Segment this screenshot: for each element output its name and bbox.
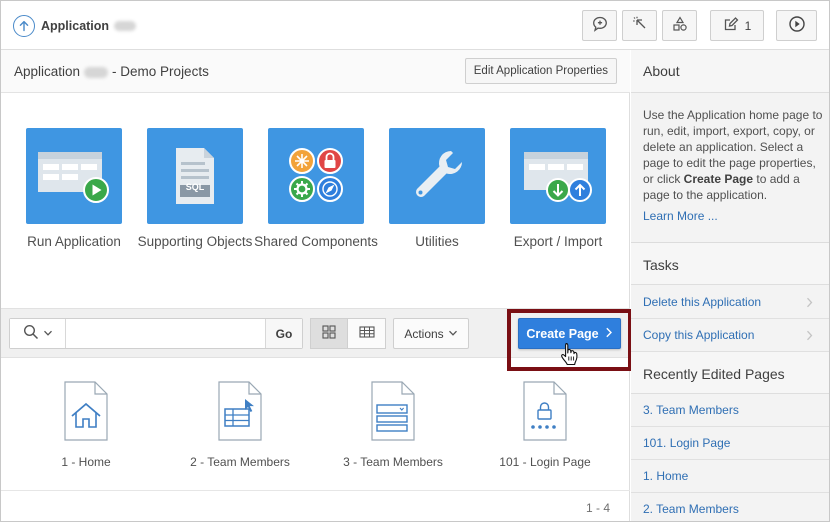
search-icon	[23, 324, 39, 343]
home-page-icon	[63, 381, 109, 441]
about-text-bold: Create Page	[683, 172, 754, 186]
pagination-range: 1 - 4	[585, 501, 610, 515]
grid-icon	[322, 325, 336, 342]
pages-icon-view: 1 - Home 2 - Team Members 3 - Team Membe…	[1, 359, 630, 489]
page-label-login: 101 - Login Page	[499, 455, 591, 469]
search-bar: Go	[9, 318, 303, 349]
sql-label: SQL	[185, 182, 205, 192]
shapes-icon	[671, 15, 689, 36]
search-input[interactable]	[66, 319, 266, 348]
pointer-sparkle-icon	[631, 15, 649, 36]
tile-label-export-import: Export / Import	[513, 234, 603, 249]
up-arrow-icon[interactable]	[13, 15, 35, 37]
application-breadcrumb-label: Application	[41, 19, 110, 33]
tile-label-run-application: Run Application	[27, 234, 121, 249]
recent-page-link[interactable]: 3. Team Members	[643, 403, 739, 417]
recent-page-item[interactable]: 1. Home	[631, 460, 829, 493]
page-label-team-members-form: 3 - Team Members	[343, 455, 443, 469]
tasks-header: Tasks	[631, 243, 829, 285]
application-breadcrumb[interactable]: Application	[13, 14, 137, 38]
login-page-icon	[522, 381, 568, 441]
tile-supporting-objects[interactable]: SQL	[147, 128, 243, 224]
chevron-down-icon	[448, 327, 458, 341]
page-item-team-members-form[interactable]: 3 - Team Members	[318, 359, 468, 489]
export-import-icon	[518, 140, 598, 213]
learn-more-link[interactable]: Learn More ...	[643, 209, 718, 223]
tile-export-import[interactable]	[510, 128, 606, 224]
page-title-suffix: - Demo Projects	[112, 64, 209, 79]
wrench-icon	[405, 143, 469, 210]
chevron-down-icon	[43, 327, 53, 341]
edit-application-properties-button[interactable]: Edit Application Properties	[464, 58, 617, 84]
redacted-application-id	[114, 21, 137, 31]
shared-components-icon	[281, 140, 351, 213]
task-label: Copy this Application	[643, 328, 755, 342]
play-circle-icon	[788, 15, 806, 36]
view-mode-group	[310, 318, 386, 349]
report-view-button[interactable]	[348, 318, 386, 349]
chevron-right-icon	[806, 297, 813, 311]
go-button[interactable]: Go	[265, 319, 302, 348]
edit-page-button[interactable]: 1	[710, 10, 764, 41]
tile-label-utilities: Utilities	[415, 234, 459, 249]
redacted-application-id	[84, 66, 109, 78]
recent-page-link[interactable]: 101. Login Page	[643, 436, 730, 450]
page-item-home[interactable]: 1 - Home	[11, 359, 161, 489]
sql-document-icon	[160, 140, 230, 213]
recent-pages-header: Recently Edited Pages	[631, 352, 829, 394]
page-label-home: 1 - Home	[61, 455, 111, 469]
chevron-right-icon	[806, 330, 813, 344]
search-column-selector[interactable]	[10, 319, 66, 348]
page-item-login[interactable]: 101 - Login Page	[470, 359, 620, 489]
icon-view-button[interactable]	[310, 318, 348, 349]
recent-page-item[interactable]: 2. Team Members	[631, 493, 829, 522]
page-label-team-members-report: 2 - Team Members	[190, 455, 290, 469]
chevron-right-icon	[605, 327, 613, 341]
tile-utilities[interactable]	[389, 128, 485, 224]
run-button[interactable]	[776, 10, 817, 41]
form-page-icon	[370, 381, 416, 441]
right-sidebar: About Use the Application home page to r…	[631, 50, 829, 521]
task-copy-application[interactable]: Copy this Application	[631, 319, 829, 352]
region-header: Application - Demo Projects Edit Applicat…	[1, 50, 630, 93]
edit-count: 1	[744, 18, 752, 33]
tile-label-shared-components: Shared Components	[254, 234, 378, 249]
about-text: Use the Application home page to run, ed…	[643, 107, 823, 203]
recent-page-item[interactable]: 3. Team Members	[631, 394, 829, 427]
top-header: Application 1	[1, 1, 829, 50]
application-tiles: Run Application SQL Supporting Objects S…	[1, 94, 630, 308]
actions-menu-button[interactable]: Actions	[393, 318, 469, 349]
actions-label: Actions	[404, 326, 444, 341]
recent-page-link[interactable]: 2. Team Members	[643, 502, 739, 516]
tasks-title: Tasks	[643, 257, 679, 273]
recent-pages-title: Recently Edited Pages	[643, 366, 785, 382]
team-development-button[interactable]	[622, 10, 657, 41]
table-icon	[358, 326, 375, 341]
recent-page-item[interactable]: 101. Login Page	[631, 427, 829, 460]
page-item-team-members-report[interactable]: 2 - Team Members	[165, 359, 315, 489]
tile-shared-components[interactable]	[268, 128, 364, 224]
task-label: Delete this Application	[643, 295, 762, 309]
main-region: Application - Demo Projects Edit Applicat…	[1, 50, 632, 521]
task-delete-application[interactable]: Delete this Application	[631, 286, 829, 319]
pagination: 1 - 4	[1, 490, 630, 521]
page-title: Application - Demo Projects	[14, 64, 209, 79]
application-home-window: Application 1 Application - Demo Project…	[0, 0, 830, 522]
about-header: About	[631, 50, 829, 93]
feedback-button[interactable]	[582, 10, 617, 41]
tile-label-supporting-objects: Supporting Objects	[137, 234, 253, 249]
tile-run-application[interactable]	[26, 128, 122, 224]
create-page-label: Create Page	[526, 326, 599, 341]
report-page-icon	[217, 381, 263, 441]
about-title: About	[643, 63, 680, 79]
run-application-icon	[34, 140, 114, 213]
speech-bubble-icon	[591, 15, 609, 36]
pages-toolbar: Go Actions Create Page	[1, 308, 632, 371]
pencil-square-icon	[723, 16, 739, 35]
page-title-prefix: Application	[14, 64, 81, 79]
shared-components-button[interactable]	[662, 10, 697, 41]
recent-page-link[interactable]: 1. Home	[643, 469, 688, 483]
